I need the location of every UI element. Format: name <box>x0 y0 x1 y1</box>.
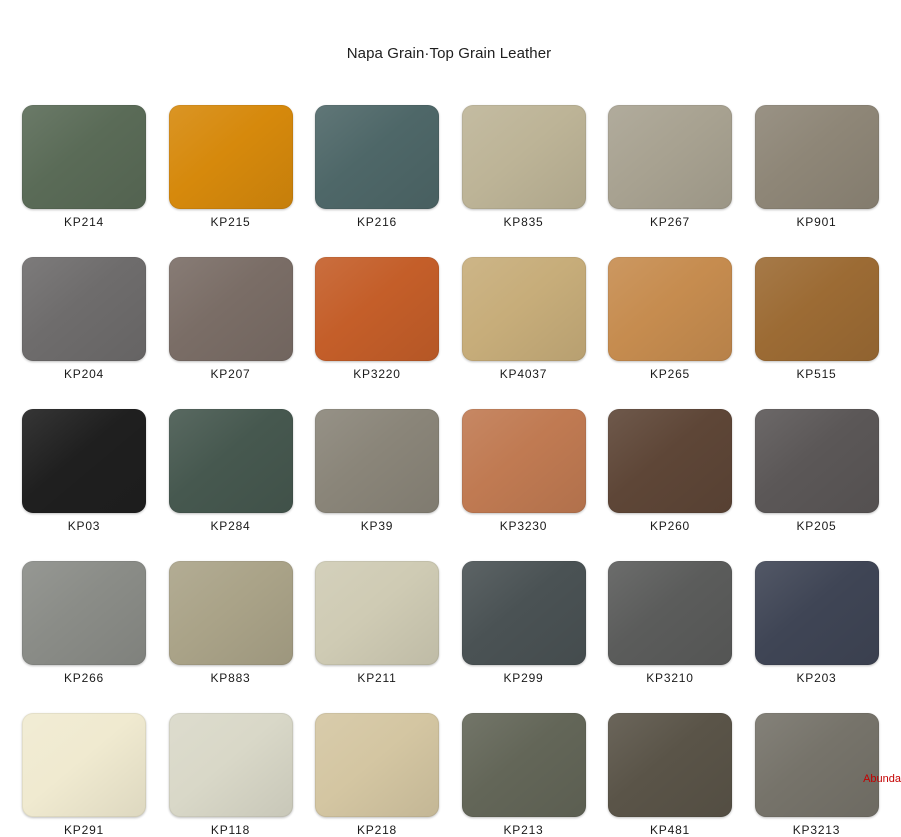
swatch-card: KP291 <box>22 713 146 837</box>
swatch-code-label: KP215 <box>210 215 251 229</box>
swatch-card: KP118 <box>168 713 293 837</box>
swatch-card: KP265 <box>608 257 732 381</box>
swatch-code-label: KP267 <box>649 215 691 229</box>
leather-swatch <box>754 713 879 817</box>
swatch-code-label: KP03 <box>67 519 101 533</box>
leather-swatch <box>315 561 439 665</box>
leather-swatch <box>22 713 146 817</box>
swatch-card: KP260 <box>608 409 732 533</box>
swatch-code-label: KP265 <box>649 367 691 381</box>
swatch-card: KP218 <box>315 713 439 837</box>
swatch-code-label: KP4037 <box>499 367 548 381</box>
leather-swatch <box>461 409 586 513</box>
leather-swatch <box>22 409 146 513</box>
swatch-card: KP515 <box>754 257 879 381</box>
swatch-card: KP267 <box>608 105 732 229</box>
swatch-card: KP4037 <box>461 257 586 381</box>
leather-swatch <box>608 561 732 665</box>
swatch-card: KP211 <box>315 561 439 685</box>
swatch-code-label: KP3230 <box>499 519 548 533</box>
swatch-code-label: KP205 <box>796 519 837 533</box>
swatch-card: KP205 <box>754 409 879 533</box>
swatch-card: KP284 <box>168 409 293 533</box>
leather-swatch <box>315 713 439 817</box>
swatch-card: KP883 <box>168 561 293 685</box>
swatch-code-label: KP3210 <box>646 671 694 685</box>
swatch-card: KP39 <box>315 409 439 533</box>
leather-swatch <box>461 561 586 665</box>
swatch-card: KP835 <box>461 105 586 229</box>
swatch-card: KP216 <box>315 105 439 229</box>
swatch-card: KP204 <box>22 257 146 381</box>
leather-swatch <box>608 409 732 513</box>
swatch-card: KP3220 <box>315 257 439 381</box>
leather-swatch <box>754 105 879 209</box>
swatch-code-label: KP207 <box>210 367 251 381</box>
leather-swatch <box>22 257 146 361</box>
swatch-code-label: KP284 <box>210 519 251 533</box>
swatch-card: KP266 <box>22 561 146 685</box>
leather-swatch <box>168 409 293 513</box>
swatch-code-label: KP266 <box>63 671 105 685</box>
leather-swatch <box>315 409 439 513</box>
swatch-code-label: KP515 <box>796 367 837 381</box>
leather-swatch <box>461 105 586 209</box>
leather-swatch <box>754 561 879 665</box>
leather-swatch <box>608 257 732 361</box>
swatch-code-label: KP883 <box>210 671 251 685</box>
swatch-code-label: KP214 <box>63 215 105 229</box>
swatch-card: KP214 <box>22 105 146 229</box>
swatch-card: KP901 <box>754 105 879 229</box>
swatch-code-label: KP3220 <box>353 367 401 381</box>
swatch-code-label: KP299 <box>503 671 544 685</box>
leather-swatch <box>608 105 732 209</box>
swatch-card: KP299 <box>461 561 586 685</box>
swatch-code-label: KP39 <box>360 519 394 533</box>
swatch-code-label: KP260 <box>649 519 691 533</box>
leather-swatch <box>168 713 293 817</box>
watermark-text: Abunda <box>863 773 901 785</box>
leather-swatch <box>754 409 879 513</box>
swatch-code-label: KP901 <box>796 215 837 229</box>
leather-swatch <box>754 257 879 361</box>
swatch-code-label: KP835 <box>503 215 544 229</box>
swatch-code-label: KP291 <box>63 823 105 837</box>
swatch-code-label: KP203 <box>796 671 837 685</box>
leather-swatch <box>22 105 146 209</box>
swatch-card: KP203 <box>754 561 879 685</box>
swatch-card: KP207 <box>168 257 293 381</box>
leather-swatch <box>608 713 732 817</box>
swatch-code-label: KP218 <box>356 823 398 837</box>
swatch-card: KP215 <box>168 105 293 229</box>
leather-swatch <box>168 257 293 361</box>
swatch-code-label: KP118 <box>210 823 251 837</box>
swatch-card: KP03 <box>22 409 146 533</box>
swatch-card: KP3210 <box>608 561 732 685</box>
swatch-card: KP3213 <box>754 713 879 837</box>
swatch-code-label: KP3213 <box>792 823 841 837</box>
leather-swatch <box>168 561 293 665</box>
page-title: Napa Grain·Top Grain Leather <box>346 45 552 62</box>
swatch-card: KP481 <box>608 713 732 837</box>
swatch-card: KP3230 <box>461 409 586 533</box>
leather-swatch <box>22 561 146 665</box>
swatch-code-label: KP481 <box>649 823 691 837</box>
swatch-code-label: KP211 <box>357 671 397 685</box>
leather-swatch <box>168 105 293 209</box>
leather-swatch <box>461 713 586 817</box>
swatch-grid: KP214 KP215 KP216 KP835 KP267 KP901 KP204 KP207… <box>22 105 879 837</box>
swatch-card: KP213 <box>461 713 586 837</box>
leather-swatch <box>315 257 439 361</box>
leather-swatch <box>461 257 586 361</box>
leather-swatch <box>315 105 439 209</box>
swatch-code-label: KP216 <box>356 215 398 229</box>
swatch-code-label: KP213 <box>503 823 544 837</box>
swatch-code-label: KP204 <box>63 367 105 381</box>
